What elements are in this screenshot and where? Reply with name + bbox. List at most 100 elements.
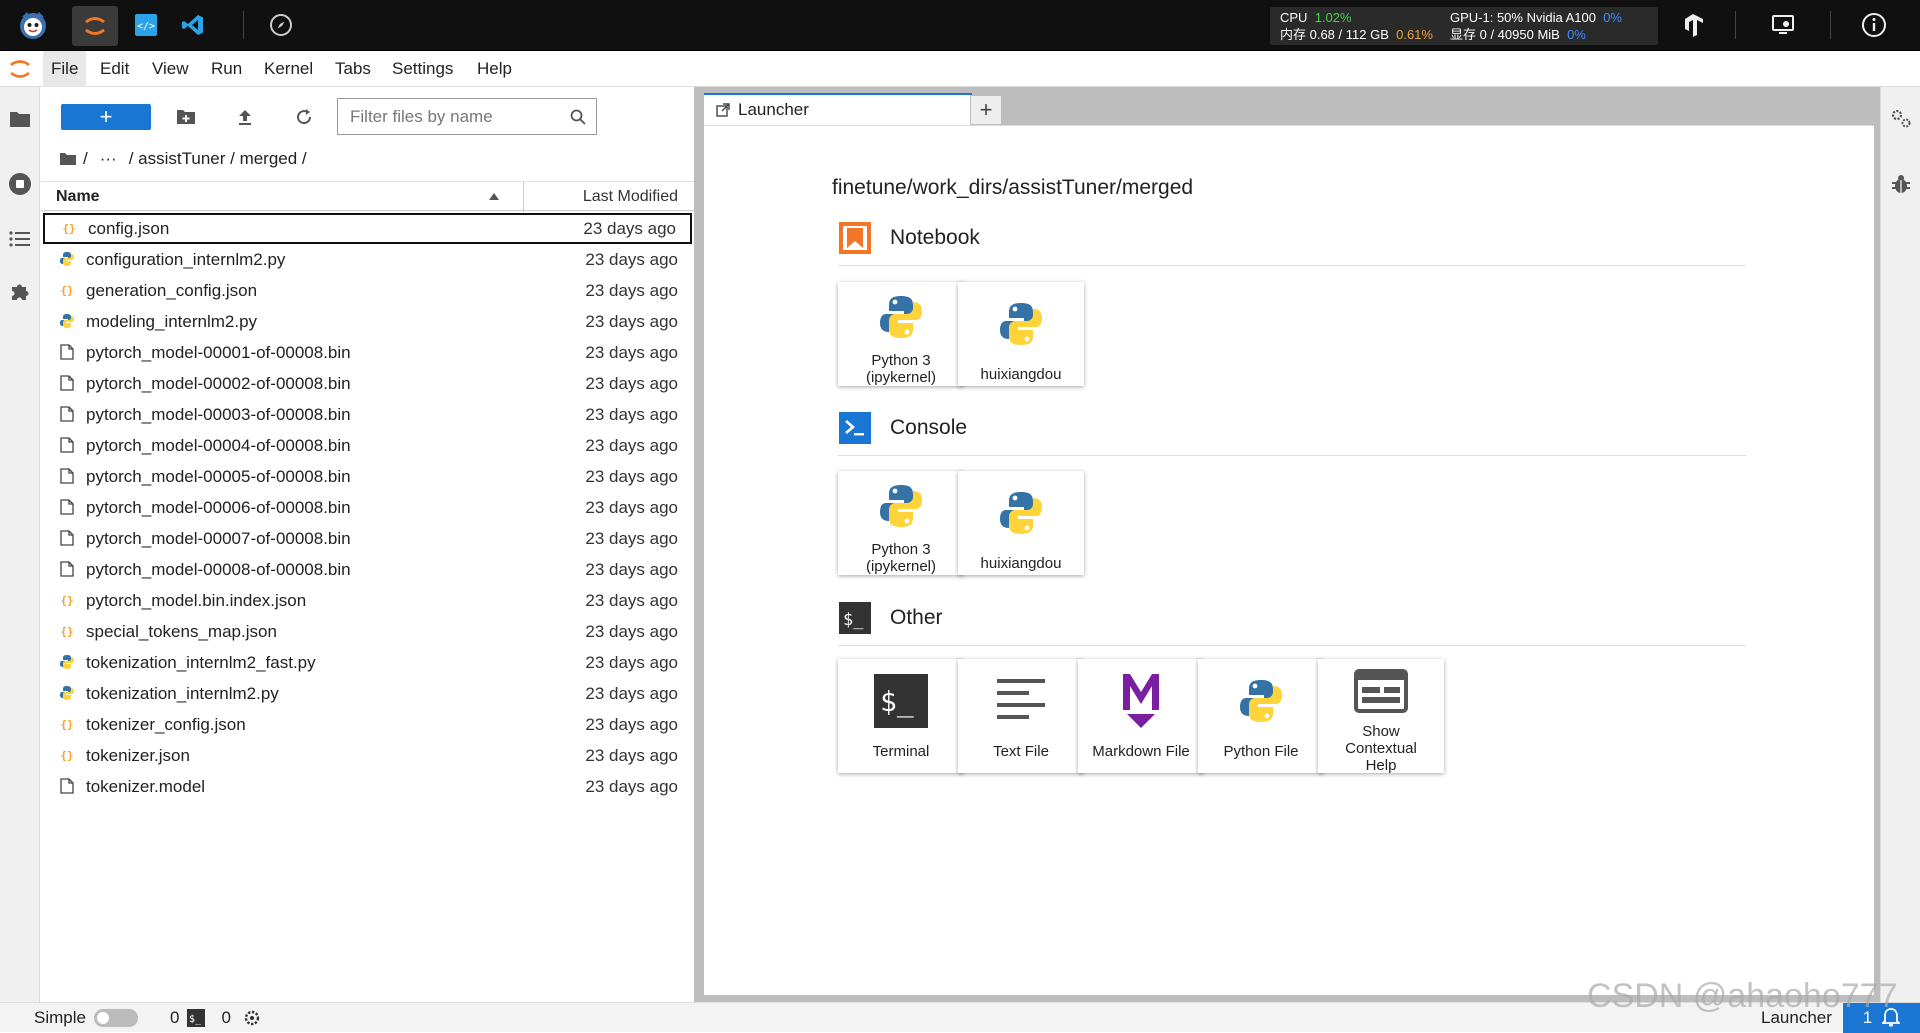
sort-ascending-icon[interactable]	[489, 193, 499, 200]
file-name: pytorch_model-00001-of-00008.bin	[86, 342, 351, 362]
column-name[interactable]: Name	[56, 182, 100, 212]
running-kernels-icon[interactable]	[6, 170, 34, 198]
card-label: huixiangdou	[980, 555, 1062, 572]
file-modified: 23 days ago	[585, 280, 678, 300]
file-row[interactable]: {} special_tokens_map.json 23 days ago	[41, 616, 694, 647]
section-console-title: Console	[890, 416, 968, 439]
file-row[interactable]: {} generation_config.json 23 days ago	[41, 275, 694, 306]
terminal-status-icon[interactable]: $_	[187, 1009, 206, 1027]
menu-run[interactable]: Run	[203, 51, 250, 87]
generic-file-icon	[59, 437, 75, 453]
file-row[interactable]: pytorch_model-00008-of-00008.bin 23 days …	[41, 554, 694, 585]
file-modified: 23 days ago	[585, 683, 678, 703]
column-last-modified[interactable]: Last Modified	[583, 182, 678, 212]
kernel-status-gear-icon[interactable]	[243, 1009, 261, 1027]
file-row[interactable]: pytorch_model-00002-of-00008.bin 23 days …	[41, 368, 694, 399]
panel-splitter[interactable]	[694, 87, 702, 1002]
compass-icon[interactable]	[264, 8, 298, 42]
file-row[interactable]: pytorch_model-00006-of-00008.bin 23 days …	[41, 492, 694, 523]
simple-mode-toggle[interactable]	[93, 1009, 138, 1027]
info-icon[interactable]	[1857, 8, 1891, 42]
card-label: Python 3 (ipykernel)	[865, 352, 937, 386]
notebook-card[interactable]: Python 3 (ipykernel)	[838, 282, 964, 386]
watermark: CSDN @ahaoho777	[1587, 977, 1898, 1015]
svg-text:{}: {}	[60, 718, 73, 731]
file-row[interactable]: pytorch_model-00007-of-00008.bin 23 days …	[41, 523, 694, 554]
other-card[interactable]: $_ Terminal	[838, 659, 964, 773]
menu-tabs[interactable]: Tabs	[327, 51, 379, 87]
home-folder-icon[interactable]	[59, 152, 77, 166]
file-row[interactable]: pytorch_model-00003-of-00008.bin 23 days …	[41, 399, 694, 430]
file-modified: 23 days ago	[585, 745, 678, 765]
console-icon	[838, 411, 872, 445]
filter-files-input[interactable]	[338, 106, 558, 127]
json-file-icon: {}	[59, 592, 75, 608]
debugger-bug-icon[interactable]	[1888, 171, 1914, 197]
new-launcher-button[interactable]: +	[61, 104, 151, 130]
extensions-puzzle-icon[interactable]	[6, 278, 34, 306]
upload-icon[interactable]	[232, 104, 258, 130]
other-card[interactable]: Python File	[1198, 659, 1324, 773]
file-row[interactable]: pytorch_model-00001-of-00008.bin 23 days …	[41, 337, 694, 368]
menu-help[interactable]: Help	[469, 51, 520, 87]
notebook-icon	[838, 221, 872, 255]
new-folder-icon[interactable]	[173, 104, 199, 130]
file-row[interactable]: pytorch_model-00005-of-00008.bin 23 days …	[41, 461, 694, 492]
kernel-count[interactable]: 0	[170, 1003, 179, 1033]
menu-edit[interactable]: Edit	[92, 51, 137, 87]
file-row[interactable]: {} tokenizer_config.json 23 days ago	[41, 709, 694, 740]
menu-settings[interactable]: Settings	[384, 51, 461, 87]
file-name: generation_config.json	[86, 280, 258, 300]
file-row[interactable]: configuration_internlm2.py 23 days ago	[41, 244, 694, 275]
vscode-icon[interactable]	[176, 8, 210, 42]
breadcrumb-ellipsis[interactable]: ···	[100, 149, 117, 169]
add-tab-button[interactable]: +	[970, 95, 1002, 125]
refresh-icon[interactable]	[291, 104, 317, 130]
other-card[interactable]: Markdown File	[1078, 659, 1204, 773]
file-row[interactable]: tokenization_internlm2.py 23 days ago	[41, 678, 694, 709]
property-inspector-gears-icon[interactable]	[1888, 105, 1914, 131]
file-row[interactable]: {} pytorch_model.bin.index.json 23 days ag…	[41, 585, 694, 616]
file-row[interactable]: {} config.json 23 days ago	[43, 213, 692, 244]
file-row[interactable]: pytorch_model-00004-of-00008.bin 23 days …	[41, 430, 694, 461]
tab-launcher[interactable]: Launcher	[704, 93, 972, 125]
terminal-count[interactable]: 0	[221, 1003, 230, 1033]
svg-text:$_: $_	[189, 1014, 202, 1025]
breadcrumb-root[interactable]: /	[83, 149, 88, 169]
mascot-logo-icon[interactable]	[16, 8, 50, 42]
file-row[interactable]: tokenizer.model 23 days ago	[41, 771, 694, 802]
json-file-icon: {}	[59, 716, 75, 732]
menu-file[interactable]: File	[43, 51, 87, 87]
python-file-icon	[59, 685, 75, 701]
file-browser-folder-icon[interactable]	[6, 105, 34, 133]
table-of-contents-icon[interactable]	[6, 225, 34, 253]
json-file-icon: {}	[59, 282, 75, 298]
other-card[interactable]: Show Contextual Help	[1318, 659, 1444, 774]
file-row[interactable]: {} tokenizer.json 23 days ago	[41, 740, 694, 771]
menu-view[interactable]: View	[144, 51, 197, 87]
console-card[interactable]: Python 3 (ipykernel)	[838, 471, 964, 575]
jupyter-tab-icon[interactable]	[72, 6, 118, 46]
search-icon[interactable]	[570, 109, 586, 125]
file-name: pytorch_model-00006-of-00008.bin	[86, 497, 351, 517]
gpu-label: GPU-1: 50% Nvidia A100	[1450, 10, 1596, 25]
top-bar: </> CPU 1.02% GPU-1: 50% Nvidia A100 0% …	[0, 0, 1920, 51]
code-server-icon[interactable]: </>	[129, 8, 163, 42]
file-name: tokenizer.json	[86, 745, 190, 765]
tensorflow-icon[interactable]	[1676, 8, 1710, 42]
python-file-icon	[59, 313, 75, 329]
file-row[interactable]: modeling_internlm2.py 23 days ago	[41, 306, 694, 337]
file-modified: 23 days ago	[585, 404, 678, 424]
console-card[interactable]: huixiangdou	[958, 471, 1084, 575]
notebook-card[interactable]: huixiangdou	[958, 282, 1084, 386]
monitor-settings-icon[interactable]	[1766, 8, 1800, 42]
vram-label: 显存 0 / 40950 MiB	[1450, 27, 1560, 42]
other-card[interactable]: Text File	[958, 659, 1084, 773]
generic-file-icon	[59, 344, 75, 360]
jupyter-logo-icon	[8, 57, 32, 81]
menu-kernel[interactable]: Kernel	[256, 51, 321, 87]
markdown-file-icon	[1109, 669, 1173, 733]
file-row[interactable]: tokenization_internlm2_fast.py 23 days ag…	[41, 647, 694, 678]
card-label: Terminal	[872, 743, 930, 760]
breadcrumb-path[interactable]: / assistTuner / merged /	[129, 149, 307, 169]
